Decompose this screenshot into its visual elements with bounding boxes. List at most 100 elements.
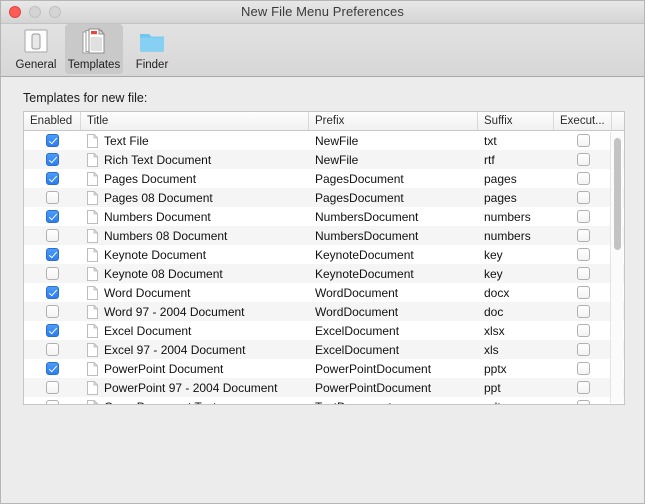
row-suffix-cell[interactable]: rtf [478,150,554,169]
row-prefix-cell[interactable]: KeynoteDocument [309,245,478,264]
table-row[interactable]: Keynote Document KeynoteDocument key [24,245,624,264]
row-title-cell[interactable]: Keynote 08 Document [81,264,309,283]
row-suffix-cell[interactable]: key [478,264,554,283]
table-row[interactable]: Open Document Text TextDocumentodt [24,397,624,404]
row-suffix-cell[interactable]: xls [478,340,554,359]
table-row[interactable]: Rich Text Document NewFile rtf [24,150,624,169]
executable-checkbox[interactable] [576,134,590,147]
executable-checkbox[interactable] [576,172,590,185]
toolbar-item-templates[interactable]: Templates [65,24,123,74]
row-suffix-cell[interactable]: docx [478,283,554,302]
row-suffix-cell[interactable]: txt [478,131,554,150]
table-row[interactable]: Excel Document ExcelDocument xlsx [24,321,624,340]
executable-checkbox[interactable] [576,343,590,356]
row-title-cell[interactable]: Excel Document [81,321,309,340]
column-header-prefix[interactable]: Prefix [309,112,478,130]
executable-checkbox[interactable] [576,381,590,394]
row-title-cell[interactable]: Word 97 - 2004 Document [81,302,309,321]
row-title-cell[interactable]: Excel 97 - 2004 Document [81,340,309,359]
table-row[interactable]: Word 97 - 2004 Document WordDocument doc [24,302,624,321]
enabled-checkbox[interactable] [46,134,59,147]
row-title-cell[interactable]: Open Document Text [81,397,309,404]
executable-checkbox[interactable] [576,362,590,375]
enabled-checkbox[interactable] [46,153,59,166]
row-suffix-cell[interactable]: xlsx [478,321,554,340]
table-row[interactable]: Numbers 08 Document NumbersDocument number… [24,226,624,245]
enabled-checkbox[interactable] [46,305,59,318]
executable-checkbox[interactable] [576,267,590,280]
row-prefix-cell[interactable]: NumbersDocument [309,207,478,226]
column-header-title[interactable]: Title [81,112,309,130]
table-scrollbar-thumb[interactable] [614,138,621,250]
table-row[interactable]: Pages 08 Document PagesDocument pages [24,188,624,207]
table-row[interactable]: PowerPoint 97 - 2004 Document PowerPointD… [24,378,624,397]
row-title-cell[interactable]: Rich Text Document [81,150,309,169]
table-row[interactable]: Word Document WordDocument docx [24,283,624,302]
row-prefix-cell[interactable]: NumbersDocument [309,226,478,245]
enabled-checkbox[interactable] [46,267,59,280]
enabled-checkbox[interactable] [46,229,59,242]
row-prefix-cell[interactable]: TextDocument [309,397,478,405]
enabled-checkbox[interactable] [46,324,59,337]
row-suffix-cell[interactable]: doc [478,302,554,321]
enabled-checkbox[interactable] [46,210,59,223]
table-row[interactable]: Pages Document PagesDocument pages [24,169,624,188]
row-prefix-cell[interactable]: NewFile [309,131,478,150]
row-prefix-cell[interactable]: PagesDocument [309,188,478,207]
row-title-cell[interactable]: Word Document [81,283,309,302]
table-row[interactable]: Excel 97 - 2004 Document ExcelDocument xls [24,340,624,359]
table-row[interactable]: PowerPoint Document PowerPointDocument ppt… [24,359,624,378]
executable-checkbox[interactable] [576,286,590,299]
executable-checkbox[interactable] [576,229,590,242]
row-suffix-cell[interactable]: odt [478,397,554,405]
column-header-enabled[interactable]: Enabled [24,112,81,130]
column-header-executable[interactable]: Execut... [554,112,612,130]
row-suffix-cell[interactable]: pages [478,169,554,188]
row-title-cell[interactable]: PowerPoint 97 - 2004 Document [81,378,309,397]
executable-checkbox[interactable] [576,210,590,223]
row-prefix-cell[interactable]: NewFile [309,150,478,169]
row-title-cell[interactable]: Text File [81,131,309,150]
executable-checkbox[interactable] [576,248,590,261]
enabled-checkbox[interactable] [46,172,59,185]
row-prefix-cell[interactable]: ExcelDocument [309,321,478,340]
enabled-checkbox[interactable] [46,343,59,356]
row-prefix-cell[interactable]: PagesDocument [309,169,478,188]
executable-checkbox[interactable] [576,400,590,404]
row-prefix-cell[interactable]: KeynoteDocument [309,264,478,283]
enabled-checkbox[interactable] [46,286,59,299]
toolbar-item-finder[interactable]: Finder [123,24,181,74]
row-suffix-cell[interactable]: pages [478,188,554,207]
executable-checkbox[interactable] [576,191,590,204]
row-suffix-cell[interactable]: numbers [478,226,554,245]
row-prefix-cell[interactable]: WordDocument [309,302,478,321]
toolbar-item-general[interactable]: General [7,24,65,74]
table-row[interactable]: Numbers Document NumbersDocument numbers [24,207,624,226]
row-title-cell[interactable]: PowerPoint Document [81,359,309,378]
enabled-checkbox[interactable] [46,381,59,394]
row-suffix-cell[interactable]: key [478,245,554,264]
row-title-cell[interactable]: Keynote Document [81,245,309,264]
row-prefix-cell[interactable]: ExcelDocument [309,340,478,359]
row-suffix-cell[interactable]: numbers [478,207,554,226]
executable-checkbox[interactable] [576,324,590,337]
row-suffix-cell[interactable]: pptx [478,359,554,378]
row-prefix-cell[interactable]: PowerPointDocument [309,378,478,397]
table-row[interactable]: Keynote 08 Document KeynoteDocument key [24,264,624,283]
executable-checkbox[interactable] [576,153,590,166]
column-header-suffix[interactable]: Suffix [478,112,554,130]
row-title-cell[interactable]: Pages Document [81,169,309,188]
enabled-checkbox[interactable] [46,191,59,204]
enabled-checkbox[interactable] [46,400,59,404]
row-prefix-cell[interactable]: PowerPointDocument [309,359,478,378]
enabled-checkbox[interactable] [46,248,59,261]
row-title-cell[interactable]: Numbers Document [81,207,309,226]
row-suffix-cell[interactable]: ppt [478,378,554,397]
enabled-checkbox[interactable] [46,362,59,375]
row-title-cell[interactable]: Pages 08 Document [81,188,309,207]
table-scrollbar[interactable] [610,132,623,403]
table-row[interactable]: Text File NewFile txt [24,131,624,150]
row-prefix-cell[interactable]: WordDocument [309,283,478,302]
executable-checkbox[interactable] [576,305,590,318]
row-title-cell[interactable]: Numbers 08 Document [81,226,309,245]
